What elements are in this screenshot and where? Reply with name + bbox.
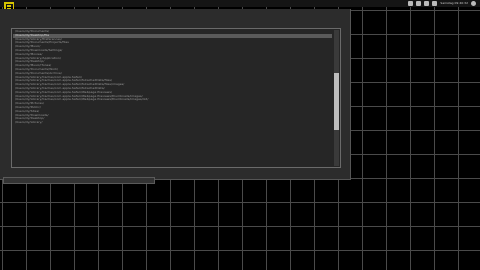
vertical-scrollbar[interactable] <box>334 30 339 166</box>
system-menu-bar: Samstag 09:40:32 <box>0 0 480 7</box>
file-list-items: /Users/dy/Documents//Users/dy/Desktop/fi… <box>13 30 332 166</box>
bell-icon[interactable] <box>424 1 430 6</box>
square-icon[interactable] <box>408 1 414 6</box>
path-input[interactable] <box>3 177 155 184</box>
desktop: { "system_tray": { "items": [ {"icon": "… <box>0 0 480 270</box>
window-icon[interactable] <box>416 1 422 6</box>
clock-text[interactable]: Samstag 09:40:32 <box>440 0 468 7</box>
scrollbar-thumb[interactable] <box>334 73 339 131</box>
list-item[interactable]: /Users/dy/Library/ <box>13 121 332 125</box>
file-list[interactable]: /Users/dy/Documents//Users/dy/Desktop/fi… <box>11 28 341 168</box>
system-tray: Samstag 09:40:32 <box>408 0 476 7</box>
pin-icon[interactable] <box>432 1 438 6</box>
power-icon[interactable] <box>471 1 476 6</box>
file-list-window: /Users/dy/Documents//Users/dy/Desktop/fi… <box>0 9 351 184</box>
